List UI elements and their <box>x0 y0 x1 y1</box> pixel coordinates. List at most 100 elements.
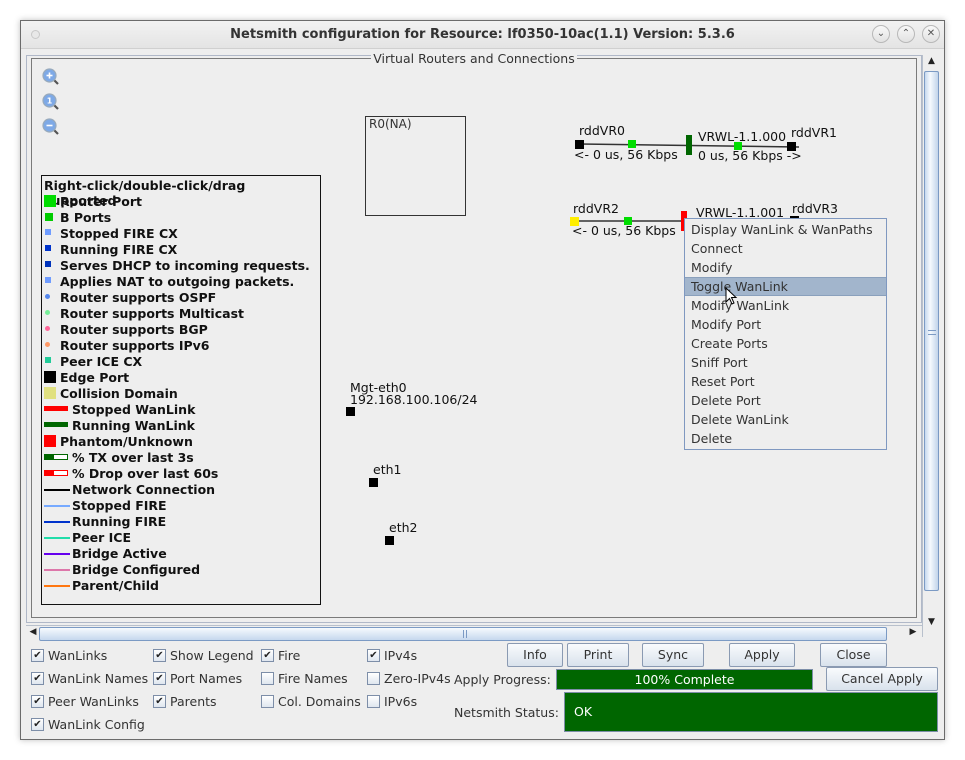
title-bar[interactable]: Netsmith configuration for Resource: lf0… <box>21 21 944 49</box>
menu-item-modify[interactable]: Modify <box>685 258 886 277</box>
legend-item: Stopped WanLink <box>42 402 317 418</box>
legend-item: Network Connection <box>42 482 317 498</box>
legend-label: Stopped FIRE <box>72 498 167 513</box>
horizontal-scrollbar[interactable]: ◀ ▶ <box>26 625 922 641</box>
legend-item: Stopped FIRE <box>42 498 317 514</box>
chevron-up-icon: ⌃ <box>901 28 911 39</box>
apply-button[interactable]: Apply <box>729 643 795 667</box>
legend-item: Collision Domain <box>42 386 317 402</box>
zoom-in-icon[interactable] <box>42 68 60 86</box>
unchecked-box-icon[interactable] <box>261 672 274 685</box>
unchecked-box-icon[interactable] <box>367 695 380 708</box>
legend-swatch-icon <box>45 261 51 267</box>
legend-label: Network Connection <box>72 482 216 497</box>
legend-label: Running FIRE CX <box>60 242 178 257</box>
legend-item: Edge Port <box>42 370 317 386</box>
checkmark-icon[interactable]: ✔ <box>261 649 274 662</box>
legend-swatch-icon <box>45 326 50 331</box>
info-button[interactable]: Info <box>507 643 563 667</box>
minimize-button[interactable]: ⌄ <box>872 25 890 43</box>
legend-item: Running FIRE <box>42 514 317 530</box>
menu-item-connect[interactable]: Connect <box>685 239 886 258</box>
endpoint-label: rddVR0 <box>579 123 625 138</box>
legend-swatch-icon <box>44 521 70 523</box>
context-menu[interactable]: Display WanLink & WanPaths Connect Modify T… <box>684 218 887 450</box>
legend-swatch-icon <box>45 245 51 251</box>
legend-item: Phantom/Unknown <box>42 434 317 450</box>
sync-button[interactable]: Sync <box>642 643 704 667</box>
legend-item: Bridge Active <box>42 546 317 562</box>
menu-item-delete-port[interactable]: Delete Port <box>685 391 886 410</box>
port-name: eth2 <box>389 520 418 535</box>
legend-item: Peer ICE <box>42 530 317 546</box>
legend-item: Parent/Child <box>42 578 317 594</box>
scroll-down-icon[interactable]: ▼ <box>925 617 938 627</box>
close-window-button[interactable]: ✕ <box>922 25 940 43</box>
group-title: Virtual Routers and Connections <box>371 51 577 66</box>
legend-item: Router supports OSPF <box>42 290 317 306</box>
checkmark-icon[interactable]: ✔ <box>153 649 166 662</box>
checkmark-icon[interactable]: ✔ <box>31 649 44 662</box>
checkbox-label: Port Names <box>170 671 243 686</box>
edge-port-eth2[interactable] <box>385 536 394 545</box>
unchecked-box-icon[interactable] <box>261 695 274 708</box>
apply-progress-label: Apply Progress: <box>454 672 551 687</box>
maximize-button[interactable]: ⌃ <box>897 25 915 43</box>
endpoint-label: rddVR2 <box>573 201 619 216</box>
legend-swatch-icon <box>45 310 50 315</box>
menu-item-sniff-port[interactable]: Sniff Port <box>685 353 886 372</box>
vertical-scroll-thumb[interactable] <box>924 71 939 591</box>
scroll-up-icon[interactable]: ▲ <box>925 56 938 66</box>
menu-item-delete[interactable]: Delete <box>685 429 886 448</box>
legend[interactable]: Right-click/double-click/drag supported … <box>41 175 321 605</box>
close-button[interactable]: Close <box>820 643 887 667</box>
checkbox-label: WanLink Names <box>48 671 149 686</box>
menu-item-display-wanlink-wanpaths[interactable]: Display WanLink & WanPaths <box>685 220 886 239</box>
legend-label: B Ports <box>60 210 112 225</box>
vertical-scrollbar[interactable]: ▲ ▼ <box>922 55 939 637</box>
legend-swatch-icon <box>44 553 70 555</box>
unchecked-box-icon[interactable] <box>367 672 380 685</box>
apply-progress-bar: 100% Complete <box>556 669 813 690</box>
horizontal-scroll-thumb[interactable] <box>39 627 887 641</box>
legend-swatch-icon <box>44 505 70 507</box>
legend-label: Bridge Active <box>72 546 167 561</box>
menu-item-create-ports[interactable]: Create Ports <box>685 334 886 353</box>
legend-item: % Drop over last 60s <box>42 466 317 482</box>
edge-port-eth1[interactable] <box>369 478 378 487</box>
checkmark-icon[interactable]: ✔ <box>31 672 44 685</box>
legend-swatch-icon <box>45 277 51 283</box>
checkmark-icon[interactable]: ✔ <box>31 695 44 708</box>
grip-icon <box>463 630 467 638</box>
legend-swatch-icon <box>45 229 51 235</box>
checkmark-icon[interactable]: ✔ <box>367 649 380 662</box>
legend-item: Running FIRE CX <box>42 242 317 258</box>
menu-item-modify-wanlink[interactable]: Modify WanLink <box>685 296 886 315</box>
legend-label: Router supports IPv6 <box>60 338 210 353</box>
checkbox-label: Parents <box>170 694 217 709</box>
legend-label: Router supports Multicast <box>60 306 244 321</box>
zoom-reset-icon[interactable]: 1 <box>42 93 60 111</box>
menu-item-modify-port[interactable]: Modify Port <box>685 315 886 334</box>
wanlink-000-state-bar <box>686 135 692 155</box>
scroll-left-icon[interactable]: ◀ <box>28 627 38 637</box>
menu-item-toggle-wanlink[interactable]: Toggle WanLink <box>685 277 886 296</box>
zoom-out-icon[interactable] <box>42 118 60 136</box>
router-r0[interactable]: R0(NA) <box>365 116 466 216</box>
checkbox-label: Fire <box>278 648 301 663</box>
chevron-down-icon: ⌄ <box>876 28 886 39</box>
scroll-right-icon[interactable]: ▶ <box>908 627 918 637</box>
checkmark-icon[interactable]: ✔ <box>153 695 166 708</box>
menu-item-reset-port[interactable]: Reset Port <box>685 372 886 391</box>
cancel-apply-button[interactable]: Cancel Apply <box>826 667 938 691</box>
edge-port-mgt-eth0[interactable] <box>346 407 355 416</box>
legend-label: Applies NAT to outgoing packets. <box>60 274 295 289</box>
legend-item: Router supports IPv6 <box>42 338 317 354</box>
legend-label: Stopped FIRE CX <box>60 226 178 241</box>
legend-item: Applies NAT to outgoing packets. <box>42 274 317 290</box>
menu-item-delete-wanlink[interactable]: Delete WanLink <box>685 410 886 429</box>
window-title: Netsmith configuration for Resource: lf0… <box>230 27 735 42</box>
checkmark-icon[interactable]: ✔ <box>153 672 166 685</box>
print-button[interactable]: Print <box>567 643 629 667</box>
checkmark-icon[interactable]: ✔ <box>31 718 44 731</box>
